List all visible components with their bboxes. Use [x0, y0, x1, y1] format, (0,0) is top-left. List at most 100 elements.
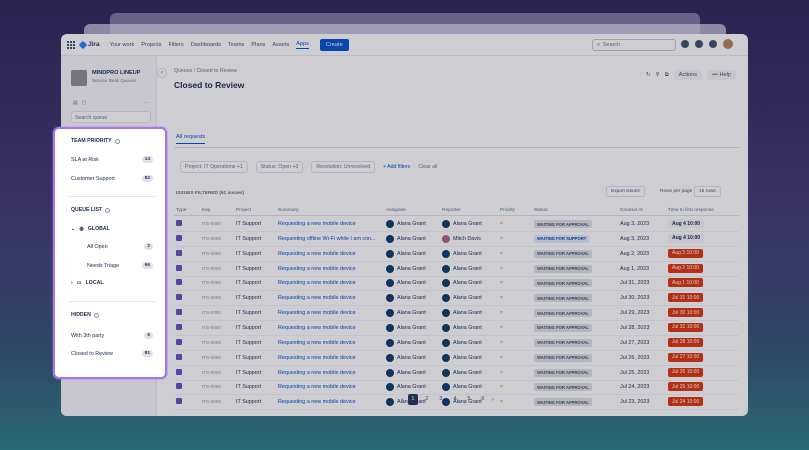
table-row[interactable]: ITS-0000 IT Support Requesting a new mobil… [174, 247, 739, 262]
page-3[interactable]: 3 [436, 394, 446, 405]
issue-key[interactable]: ITS-0000 [202, 399, 221, 404]
page-5[interactable]: 5 [464, 394, 474, 405]
page-4[interactable]: 4 [450, 394, 460, 405]
filter-status[interactable]: Status: Open +3 [255, 161, 304, 173]
status-badge[interactable]: WAITING FOR APPROVAL [534, 398, 592, 407]
status-badge[interactable]: WAITING FOR APPROVAL [534, 338, 592, 347]
table-row[interactable]: ITS-0000 IT Support Requesting a new mobil… [174, 291, 739, 307]
summary-link[interactable]: Requesting offline Wi-Fi while I am con.… [278, 236, 376, 242]
issue-key[interactable]: ITS-0000 [202, 325, 221, 330]
table-row[interactable]: ITS-0000 IT Support Requesting a new mobil… [174, 336, 739, 351]
help-icon[interactable] [695, 40, 703, 48]
assignee-cell[interactable]: Alana Grant [386, 368, 426, 377]
summary-link[interactable]: Requesting a new mobile device [278, 295, 356, 301]
col-status[interactable]: Status [534, 208, 548, 213]
reporter-cell[interactable]: Alana Grant [442, 220, 482, 228]
status-badge[interactable]: WAITING FOR APPROVAL [534, 368, 592, 377]
filter-resolution[interactable]: Resolution: Unresolved [311, 161, 375, 173]
status-badge[interactable]: WAITING FOR APPROVAL [534, 264, 592, 273]
summary-link[interactable]: Requesting a new mobile device [278, 370, 356, 376]
nav-assets[interactable]: Assets [272, 42, 289, 48]
info-icon[interactable] [114, 138, 120, 144]
col-priority[interactable]: Priority [500, 208, 515, 213]
queue-closed-to-review[interactable]: Closed to Review 81 [71, 350, 153, 357]
folder-icon[interactable]: ▢ [82, 100, 87, 106]
col-summary[interactable]: Summary [278, 208, 299, 213]
table-row[interactable]: ITS-0000 IT Support Requesting a new mobil… [174, 276, 739, 292]
issue-key[interactable]: ITS-0000 [202, 295, 221, 300]
reporter-cell[interactable]: Alana Grant [442, 279, 482, 288]
issue-key[interactable]: ITS-0000 [202, 266, 221, 271]
assignee-cell[interactable]: Alana Grant [386, 383, 426, 392]
issue-key[interactable]: ITS-0000 [202, 384, 221, 389]
queue-third-party[interactable]: With 3th party 6 [71, 332, 153, 339]
table-row[interactable]: ITS-0000 IT Support Requesting a new mobil… [174, 306, 739, 322]
queue-needs-triage[interactable]: Needs Triage 96 [87, 262, 153, 269]
table-row[interactable]: ITS-0000 IT Support Requesting a new mobil… [174, 366, 739, 381]
status-badge[interactable]: WAITING FOR APPROVAL [534, 309, 592, 318]
status-badge[interactable]: WAITING FOR APPROVAL [534, 279, 592, 288]
queue-icon[interactable]: ▤ [73, 100, 78, 106]
summary-link[interactable]: Requesting a new mobile device [278, 280, 356, 286]
avatar[interactable] [723, 39, 733, 49]
page-1[interactable]: 1 [407, 394, 418, 405]
nav-teams[interactable]: Teams [228, 42, 244, 48]
issue-key[interactable]: ITS-0000 [202, 221, 221, 226]
assignee-cell[interactable]: Alana Grant [386, 264, 426, 273]
summary-link[interactable]: Requesting a new mobile device [278, 310, 356, 316]
summary-link[interactable]: Requesting a new mobile device [278, 251, 356, 257]
assignee-cell[interactable]: Alana Grant [386, 309, 426, 318]
assignee-cell[interactable]: Alana Grant [386, 220, 426, 228]
issue-key[interactable]: ITS-0000 [202, 280, 221, 285]
col-ttr[interactable]: Time to first response [668, 208, 714, 213]
nav-filters[interactable]: Filters [168, 42, 183, 48]
col-created[interactable]: Created At [620, 208, 643, 213]
status-badge[interactable]: WAITING FOR APPROVAL [534, 294, 592, 303]
table-row[interactable]: ITS-0000 IT Support Requesting a new mobil… [174, 351, 739, 366]
clear-all-button[interactable]: Clear all [418, 164, 437, 170]
settings-icon[interactable] [709, 40, 717, 48]
nav-your-work[interactable]: Your work [110, 42, 135, 48]
nav-projects[interactable]: Projects [141, 42, 161, 48]
group-local[interactable]: › ▭ LOCAL [71, 280, 104, 286]
nav-apps[interactable]: Apps [296, 41, 309, 49]
reporter-cell[interactable]: Alana Grant [442, 264, 482, 273]
assignee-cell[interactable]: Alana Grant [386, 279, 426, 288]
actions-button[interactable]: Actions [673, 70, 703, 80]
tab-all-requests[interactable]: All requests [176, 134, 206, 144]
create-button[interactable]: Create [319, 38, 349, 51]
summary-link[interactable]: Requesting a new mobile device [278, 266, 356, 272]
status-badge[interactable]: WAITING FOR APPROVAL [534, 353, 592, 362]
col-reporter[interactable]: Reporter [442, 208, 461, 213]
collapse-sidebar-button[interactable]: ‹ [157, 68, 167, 78]
filter-project[interactable]: Project: IT Operations +1 [180, 161, 248, 173]
export-issues-button[interactable]: Export issues [606, 186, 645, 197]
summary-link[interactable]: Requesting a new mobile device [278, 221, 356, 227]
reporter-cell[interactable]: Mitch Davis [442, 234, 481, 243]
issue-key[interactable]: ITS-0000 [202, 310, 221, 315]
info-icon[interactable] [105, 207, 111, 213]
page-6[interactable]: 6 [478, 394, 488, 405]
status-badge[interactable]: WAITING FOR SUPPORT [534, 234, 590, 243]
page-2[interactable]: 2 [422, 394, 432, 405]
summary-link[interactable]: Requesting a new mobile device [278, 340, 356, 346]
queue-all-open[interactable]: All Open 2 [87, 243, 153, 250]
assignee-cell[interactable]: Alana Grant [386, 294, 426, 303]
prev-page-icon[interactable]: ‹ [402, 397, 404, 403]
queue-search-input[interactable]: Search queue [71, 111, 151, 123]
share-icon[interactable]: ⧉ [665, 72, 669, 79]
status-badge[interactable]: WAITING FOR APPROVAL [534, 249, 592, 258]
issue-key[interactable]: ITS-0000 [202, 355, 221, 360]
summary-link[interactable]: Requesting a new mobile device [278, 384, 356, 390]
app-switcher-icon[interactable] [67, 40, 75, 49]
help-button[interactable]: ••• Help [707, 70, 736, 80]
jira-logo[interactable]: Jira [78, 40, 100, 49]
queue-sla-at-risk[interactable]: SLA at Risk 14 [71, 156, 153, 163]
reporter-cell[interactable]: Alana Grant [442, 383, 482, 392]
assignee-cell[interactable]: Alana Grant [386, 353, 426, 362]
issue-key[interactable]: ITS-0000 [202, 236, 221, 241]
issue-key[interactable]: ITS-0000 [202, 340, 221, 345]
table-row[interactable]: ITS-0000 IT Support Requesting offline Wi-… [174, 232, 739, 247]
reporter-cell[interactable]: Alana Grant [442, 309, 482, 318]
next-page-icon[interactable]: › [492, 397, 494, 403]
